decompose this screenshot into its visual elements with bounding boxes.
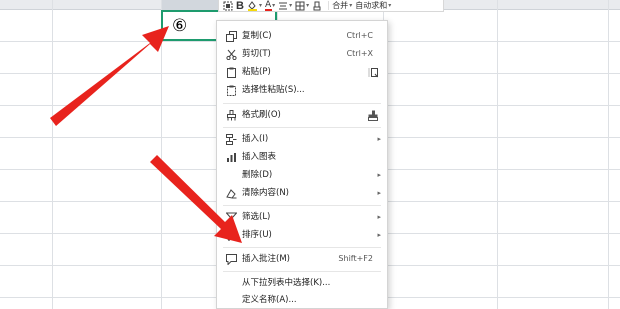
chevron-right-icon: ▸ [377,135,381,143]
bold-button[interactable]: B [236,0,244,12]
clear-format-button[interactable] [312,0,322,11]
menu-item-format-painter[interactable]: 格式刷(O) [217,106,387,124]
menu-separator [223,247,381,248]
chevron-right-icon: ▸ [377,171,381,179]
autosum-button[interactable]: 自动求和 ▾ [355,0,391,11]
merge-button[interactable]: 合并 ▾ [332,0,352,11]
borders-button[interactable]: ▾ [295,0,309,11]
chart-icon [225,151,237,163]
chevron-right-icon: ▸ [377,189,381,197]
menu-item-label: 复制(C) [242,31,272,41]
menu-item-insert-chart[interactable]: 插入图表 [217,148,387,166]
menu-item-label: 清除内容(N) [242,188,289,198]
menu-item-clear-contents[interactable]: 清除内容(N) ▸ [217,184,387,202]
fill-icon [247,0,258,11]
menu-item-shortcut: Ctrl+C [346,31,373,40]
eraser-icon [312,1,322,11]
menu-item-label: 插入批注(M) [242,254,290,264]
toolbar-divider [328,1,330,10]
align-icon [278,1,288,11]
menu-item-delete[interactable]: 删除(D) ▸ [217,166,387,184]
insert-icon [225,133,237,145]
chevron-right-icon: ▸ [377,231,381,239]
gridline [497,0,498,309]
chevron-down-icon: ▾ [306,2,310,9]
filter-icon [225,211,237,223]
gridline [52,0,53,309]
menu-item-label: 删除(D) [242,170,273,180]
menu-item-cut[interactable]: 剪切(T) Ctrl+X [217,45,387,63]
menu-item-sort[interactable]: 排序(U) ▸ [217,226,387,244]
sort-icon [225,229,237,241]
menu-item-label: 粘贴(P) [242,67,271,77]
brush-icon [223,1,233,11]
comment-icon [225,253,237,265]
menu-item-label: 筛选(L) [242,212,271,222]
mini-toolbar: B ▾ A ▾ ▾ ▾ 合并 ▾ 自动求和 ▾ [218,0,444,12]
fill-color-button[interactable]: ▾ [247,0,262,11]
menu-item-label: 格式刷(O) [242,110,281,120]
chevron-down-icon: ▾ [289,2,293,9]
menu-item-shortcut: Shift+F2 [338,254,373,263]
menu-item-paste-special[interactable]: 选择性粘贴(S)... [217,81,387,99]
menu-item-insert-comment[interactable]: 插入批注(M) Shift+F2 [217,250,387,268]
clear-icon [225,187,237,199]
menu-item-label: 排序(U) [242,230,272,240]
menu-item-copy[interactable]: 复制(C) Ctrl+C [217,27,387,45]
paste-options-icon[interactable] [367,66,379,78]
menu-item-define-name[interactable]: 定义名称(A)... [217,291,387,309]
menu-item-pick-from-list[interactable]: 从下拉列表中选择(K)... [217,274,387,292]
menu-separator [223,205,381,206]
autosum-label: 自动求和 [355,1,388,10]
menu-item-label: 插入图表 [242,152,277,162]
chevron-down-icon: ▾ [349,2,353,9]
paste-icon [225,66,237,78]
chevron-down-icon: ▾ [388,2,392,9]
font-color-swatch [264,9,272,11]
gridline [608,0,609,309]
menu-item-filter[interactable]: 筛选(L) ▸ [217,208,387,226]
menu-item-label: 从下拉列表中选择(K)... [242,278,331,288]
paste-special-icon [225,84,237,96]
brush-icon[interactable] [367,109,379,121]
border-icon [295,1,305,11]
menu-item-shortcut: Ctrl+X [346,49,373,58]
chevron-right-icon: ▸ [377,213,381,221]
format-painter-button[interactable] [223,0,233,11]
align-button[interactable]: ▾ [278,0,292,11]
menu-item-label: 插入(I) [242,134,269,144]
scissors-icon [225,48,237,60]
menu-item-label: 定义名称(A)... [242,295,297,305]
format-painter-icon [225,109,237,121]
menu-item-paste[interactable]: 粘贴(P) [217,63,387,81]
menu-item-label: 选择性粘贴(S)... [242,85,305,95]
font-color-button[interactable]: A ▾ [264,0,276,11]
menu-separator [223,103,381,104]
chevron-down-icon: ▾ [272,2,276,9]
gridline [161,0,162,309]
menu-separator [223,127,381,128]
context-menu: 复制(C) Ctrl+C 剪切(T) Ctrl+X 粘贴(P) 选择性粘贴(S)… [216,20,388,309]
menu-item-insert[interactable]: 插入(I) ▸ [217,130,387,148]
copy-icon [225,30,237,42]
menu-item-label: 剪切(T) [242,49,271,59]
menu-separator [223,271,381,272]
bold-label: B [236,0,244,12]
merge-label: 合并 [332,1,349,10]
active-cell-value: ⑥ [172,16,188,36]
chevron-down-icon: ▾ [258,2,262,9]
